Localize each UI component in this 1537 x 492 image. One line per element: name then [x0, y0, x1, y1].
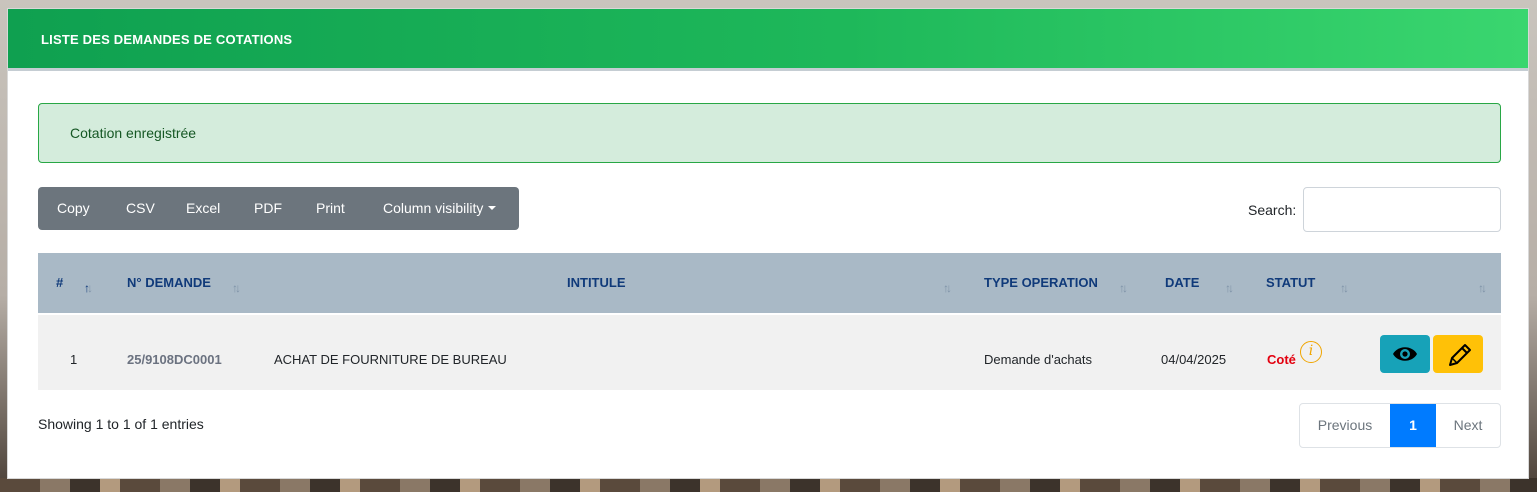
background-photo — [0, 478, 1537, 492]
column-header-intitule[interactable]: INTITULE — [567, 275, 626, 290]
column-visibility-button[interactable]: Column visibility — [383, 187, 497, 230]
csv-button[interactable]: CSV — [126, 187, 155, 230]
page-1-button[interactable]: 1 — [1390, 404, 1436, 447]
pdf-button[interactable]: PDF — [254, 187, 282, 230]
table-header: # ↑↓ N° DEMANDE ↑↓ INTITULE ↑↓ TYPE OPER… — [38, 253, 1501, 313]
excel-button[interactable]: Excel — [186, 187, 220, 230]
column-header-index[interactable]: # — [56, 275, 63, 290]
row-index: 1 — [70, 352, 78, 367]
next-page-button[interactable]: Next — [1436, 404, 1500, 447]
eye-icon — [1393, 347, 1417, 361]
copy-button[interactable]: Copy — [57, 187, 90, 230]
table-row: 1 25/9108DC0001 ACHAT DE FOURNITURE DE B… — [38, 315, 1501, 390]
print-button[interactable]: Print — [316, 187, 345, 230]
column-visibility-label: Column visibility — [383, 200, 484, 216]
search-label: Search: — [1248, 202, 1297, 218]
sort-icon[interactable]: ↑↓ — [1119, 281, 1128, 295]
column-header-type-operation[interactable]: TYPE OPERATION — [984, 275, 1098, 290]
sort-icon[interactable]: ↑↓ — [1478, 281, 1487, 295]
caret-down-icon — [488, 205, 497, 210]
previous-page-button[interactable]: Previous — [1300, 404, 1390, 447]
sort-icon[interactable]: ↑↓ — [232, 281, 241, 295]
row-intitule: ACHAT DE FOURNITURE DE BUREAU — [274, 352, 507, 367]
search-input[interactable] — [1303, 187, 1501, 232]
pencil-icon — [1449, 344, 1471, 366]
card-header: LISTE DES DEMANDES DE COTATIONS — [8, 9, 1528, 71]
row-type-operation: Demande d'achats — [984, 352, 1092, 367]
sort-icon[interactable]: ↑↓ — [943, 281, 952, 295]
column-header-statut[interactable]: STATUT — [1266, 275, 1315, 290]
pagination: Previous 1 Next — [1299, 403, 1501, 448]
sort-asc-icon[interactable]: ↑↓ — [84, 281, 93, 295]
edit-button[interactable] — [1433, 335, 1483, 373]
column-header-numero[interactable]: N° DEMANDE — [127, 275, 211, 290]
row-date: 04/04/2025 — [1161, 352, 1227, 367]
view-button[interactable] — [1380, 335, 1430, 373]
page-title: LISTE DES DEMANDES DE COTATIONS — [41, 32, 293, 47]
sort-icon[interactable]: ↑↓ — [1340, 281, 1349, 295]
export-button-group: Copy CSV Excel PDF Print Column visibili… — [38, 187, 519, 230]
info-icon[interactable]: i — [1300, 341, 1322, 363]
column-header-date[interactable]: DATE — [1165, 275, 1199, 290]
quotation-list-card: LISTE DES DEMANDES DE COTATIONS Cotation… — [7, 8, 1529, 479]
entries-info: Showing 1 to 1 of 1 entries — [38, 416, 204, 432]
row-numero-demande[interactable]: 25/9108DC0001 — [127, 352, 222, 367]
alert-message: Cotation enregistrée — [70, 125, 197, 141]
sort-icon[interactable]: ↑↓ — [1225, 281, 1234, 295]
success-alert: Cotation enregistrée — [38, 103, 1501, 163]
row-statut: Coté — [1267, 352, 1296, 367]
